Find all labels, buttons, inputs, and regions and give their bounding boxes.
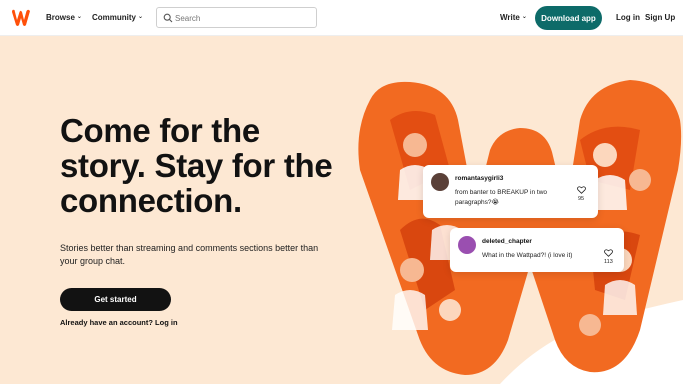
- signup-link[interactable]: Sign Up: [645, 13, 675, 22]
- comment-username: deleted_chapter: [482, 238, 532, 245]
- wattpad-logo[interactable]: [11, 9, 31, 27]
- like-count: 95: [578, 196, 585, 202]
- get-started-button[interactable]: Get started: [60, 288, 171, 311]
- comment-text: What in the Wattpad?! (i love it): [482, 252, 573, 259]
- hero-title: Come for the story. Stay for the connect…: [60, 112, 333, 219]
- search-input[interactable]: [175, 11, 310, 25]
- chevron-down-icon: ⌄: [76, 14, 82, 20]
- comment-text: from banter to BREAKUP in two paragraphs…: [455, 189, 548, 206]
- avatar: [431, 173, 449, 191]
- community-label: Community: [92, 13, 136, 22]
- heart-icon[interactable]: [577, 186, 586, 194]
- browse-menu[interactable]: Browse ⌄: [46, 13, 82, 22]
- hero-subtitle: Stories better than streaming and commen…: [60, 243, 319, 266]
- browse-label: Browse: [46, 13, 75, 22]
- search-box[interactable]: [156, 7, 317, 28]
- search-icon: [163, 13, 173, 23]
- hero-illustration: [358, 80, 683, 384]
- like-count: 113: [604, 259, 613, 265]
- comment-card: romantasygirli3 from banter to BREAKUP i…: [423, 165, 598, 218]
- comment-username: romantasygirli3: [455, 175, 504, 182]
- heart-icon[interactable]: [604, 249, 613, 257]
- chevron-down-icon: ⌄: [521, 14, 527, 20]
- top-nav-bar: Browse ⌄ Community ⌄ Write ⌄ Download ap…: [0, 0, 683, 36]
- write-menu[interactable]: Write ⌄: [500, 13, 527, 22]
- comment-card: deleted_chapter What in the Wattpad?! (i…: [450, 228, 624, 272]
- chevron-down-icon: ⌄: [138, 14, 144, 20]
- login-prompt-link[interactable]: Already have an account? Log in: [60, 318, 178, 327]
- download-app-button[interactable]: Download app: [535, 6, 602, 30]
- write-label: Write: [500, 13, 520, 22]
- community-menu[interactable]: Community ⌄: [92, 13, 143, 22]
- login-link[interactable]: Log in: [616, 13, 640, 22]
- avatar: [458, 236, 476, 254]
